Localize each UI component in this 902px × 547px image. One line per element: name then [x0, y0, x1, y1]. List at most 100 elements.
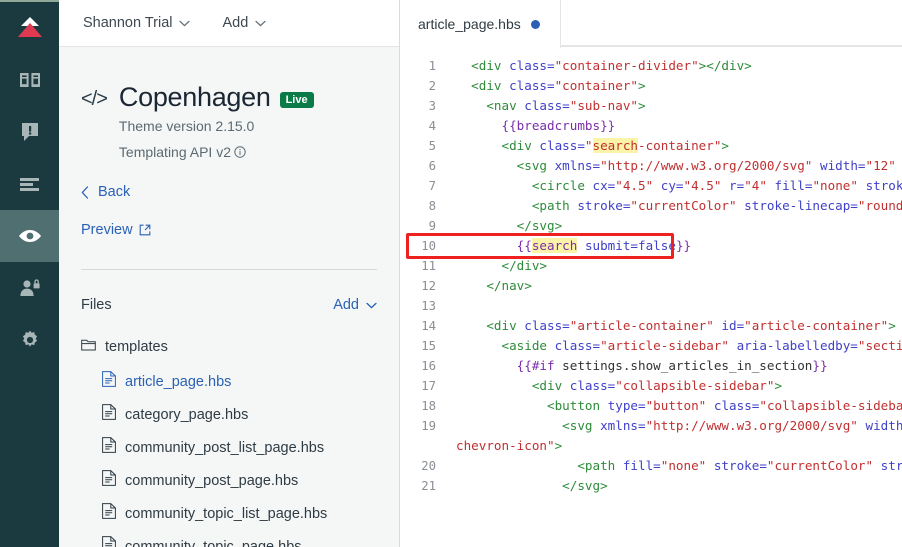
- code-token: "article-sidebar": [600, 338, 729, 353]
- code-content[interactable]: 1 <div class="container-divider"></div> 2…: [400, 47, 902, 547]
- file-list-item[interactable]: article_page.hbs: [81, 371, 377, 392]
- code-line: 11 </div>: [400, 256, 902, 276]
- back-label: Back: [98, 184, 131, 201]
- line-number: 3: [428, 99, 436, 113]
- code-token: aria-labelledby=: [736, 338, 858, 353]
- code-line: 6 <svg xmlns="http://www.w3.org/2000/svg…: [400, 156, 902, 176]
- unsaved-changes-dot: [530, 19, 540, 29]
- global-nav-rail: [0, 0, 59, 547]
- code-token: class=: [569, 378, 616, 393]
- file-list-item[interactable]: community_topic_page.hbs: [81, 536, 377, 547]
- line-number: 4: [428, 119, 436, 133]
- files-add-button[interactable]: Add: [333, 297, 377, 313]
- line-number: 15: [421, 339, 436, 353]
- zendesk-logo[interactable]: [0, 2, 59, 54]
- file-label: category_page.hbs: [125, 406, 249, 423]
- code-token: </svg>: [516, 218, 563, 233]
- file-list-item[interactable]: community_post_page.hbs: [81, 470, 377, 491]
- code-token: <div: [501, 138, 540, 153]
- account-switcher-button[interactable]: Shannon Trial: [81, 12, 192, 34]
- line-content: <aside class="article-sidebar" aria-labe…: [446, 336, 902, 356]
- code-token: <nav: [486, 98, 525, 113]
- line-number: 7: [428, 179, 436, 193]
- code-token: <circle: [531, 178, 593, 193]
- code-token: "article-container": [744, 318, 889, 333]
- top-bar: Shannon Trial Add: [59, 0, 399, 47]
- code-token: class=: [713, 398, 760, 413]
- code-token: {{#if: [516, 358, 555, 373]
- sidebar-item-settings[interactable]: [0, 314, 59, 366]
- code-token: <aside: [501, 338, 555, 353]
- line-content: {{breadcrumbs}}: [446, 116, 902, 136]
- theme-api-row: Templating API v2: [119, 142, 314, 163]
- code-token: class=: [509, 58, 555, 73]
- file-list-item[interactable]: community_post_list_page.hbs: [81, 437, 377, 458]
- code-line: 8 <path stroke="currentColor" stroke-lin…: [400, 196, 902, 216]
- chevron-down-icon: [179, 20, 191, 27]
- file-list-item[interactable]: community_topic_list_page.hbs: [81, 503, 377, 524]
- file-list-item[interactable]: category_page.hbs: [81, 404, 377, 425]
- sidebar-item-theme-preview[interactable]: [0, 210, 59, 262]
- code-token: submit=false: [584, 238, 676, 253]
- code-token: class=: [524, 318, 570, 333]
- file-icon: [102, 503, 116, 524]
- code-token: id=: [721, 318, 745, 333]
- code-token: {{breadcrumbs}}: [501, 118, 616, 133]
- line-content: <div class="container-divider"></div>: [446, 56, 902, 76]
- code-token: "collapsible-sidebar-to: [759, 398, 902, 413]
- folder-templates[interactable]: templates: [81, 338, 377, 356]
- folder-label: templates: [105, 339, 168, 356]
- code-line: 3 <nav class="sub-nav">: [400, 96, 902, 116]
- file-label: community_topic_list_page.hbs: [125, 505, 328, 522]
- code-brackets-icon: </>: [81, 88, 108, 110]
- info-icon[interactable]: [234, 143, 246, 159]
- preview-link[interactable]: Preview: [81, 222, 151, 238]
- page-title: Copenhagen: [118, 82, 271, 112]
- code-line: 2 <div class="container">: [400, 76, 902, 96]
- code-token: class=: [539, 138, 585, 153]
- line-number: 14: [421, 319, 436, 333]
- code-token: >: [554, 438, 563, 453]
- line-number: 1: [428, 59, 436, 73]
- sidebar-item-announcements[interactable]: [0, 106, 59, 158]
- line-content: [446, 296, 902, 316]
- tab-article-page-hbs[interactable]: article_page.hbs: [400, 0, 561, 48]
- line-number: 18: [421, 399, 436, 413]
- tab-label: article_page.hbs: [418, 16, 521, 32]
- sidebar-item-arrange-content[interactable]: [0, 158, 59, 210]
- code-line: 16 {{#if settings.show_articles_in_secti…: [400, 356, 902, 376]
- code-token: "currentColor": [766, 458, 874, 473]
- code-token: "button": [645, 398, 707, 413]
- code-token: {{: [516, 238, 532, 253]
- line-content: </div>: [446, 256, 902, 276]
- back-button[interactable]: Back: [81, 184, 377, 200]
- code-token: stroke=: [577, 198, 631, 213]
- code-token: search: [531, 238, 578, 253]
- add-menu-button[interactable]: Add: [220, 12, 268, 34]
- file-icon: [102, 470, 116, 491]
- code-line: 4 {{breadcrumbs}}: [400, 116, 902, 136]
- sidebar-item-user-permissions[interactable]: [0, 262, 59, 314]
- theme-header: </> Copenhagen Live Theme version 2.15.0…: [81, 83, 377, 163]
- files-section-title: Files: [81, 297, 112, 314]
- sidebar-item-guide[interactable]: [0, 54, 59, 106]
- chevron-left-icon: [81, 186, 89, 199]
- code-token: "container": [554, 78, 638, 93]
- line-number: 21: [421, 479, 436, 493]
- file-icon: [102, 536, 116, 547]
- list-lines-icon: [18, 176, 42, 192]
- chevron-down-icon: [255, 20, 266, 27]
